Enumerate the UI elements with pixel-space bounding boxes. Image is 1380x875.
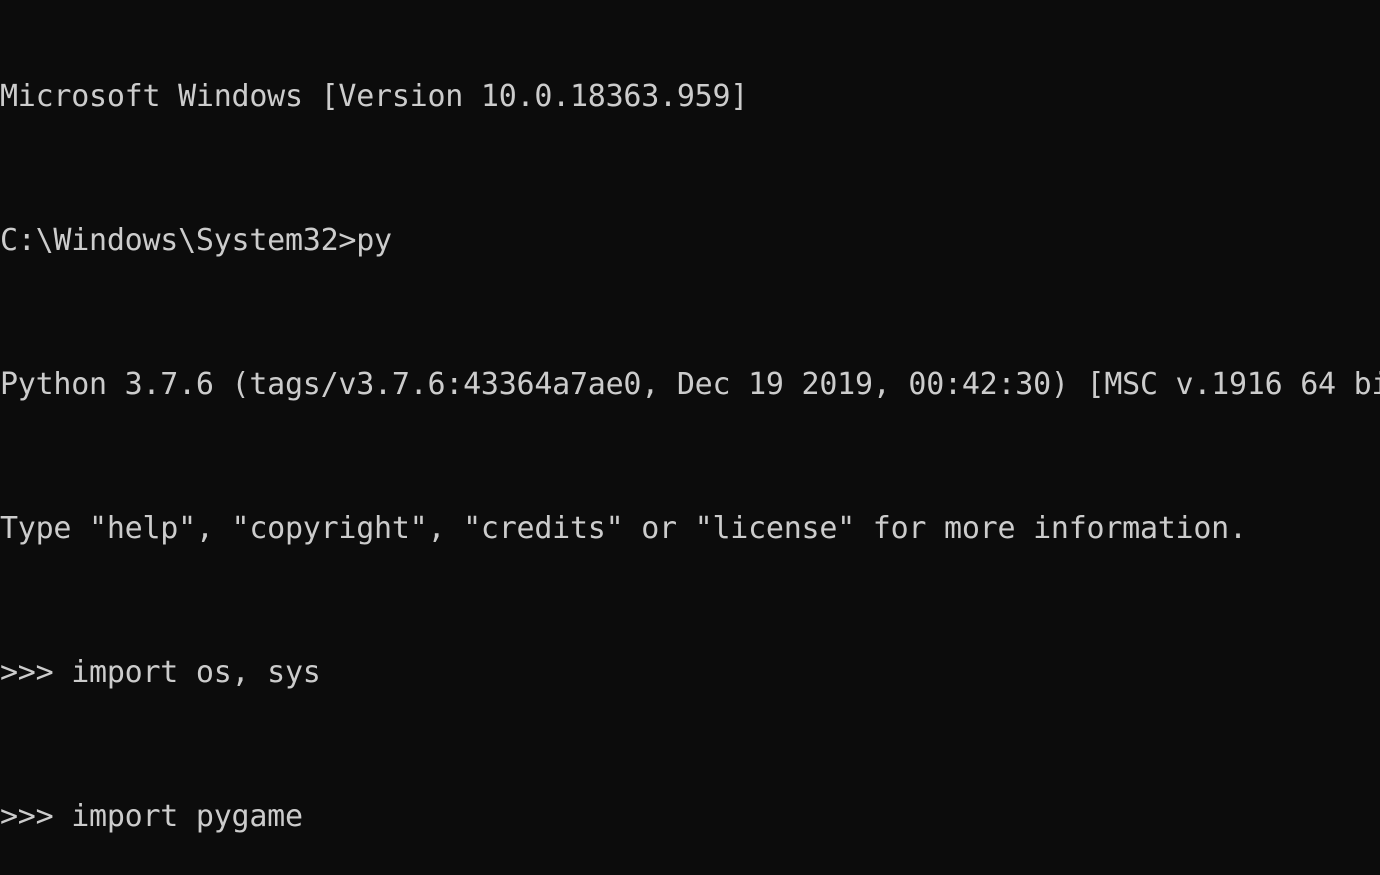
terminal-line-python-banner-2: Type "help", "copyright", "credits" or "… (0, 511, 1247, 546)
terminal-line-import-os-sys: >>> import os, sys (0, 655, 321, 690)
scrollback-partial-line: Microsoft Windows [Version 10.0.18363.95… (0, 79, 749, 114)
terminal-line-python-banner-1: Python 3.7.6 (tags/v3.7.6:43364a7ae0, De… (0, 367, 1380, 402)
command-prompt-window[interactable]: Microsoft Windows [Version 10.0.18363.95… (0, 0, 1380, 875)
terminal-line-import-pygame: >>> import pygame (0, 799, 303, 834)
terminal-output-area[interactable]: Microsoft Windows [Version 10.0.18363.95… (0, 0, 1380, 875)
terminal-line-prompt-py: C:\Windows\System32>py (0, 223, 392, 258)
